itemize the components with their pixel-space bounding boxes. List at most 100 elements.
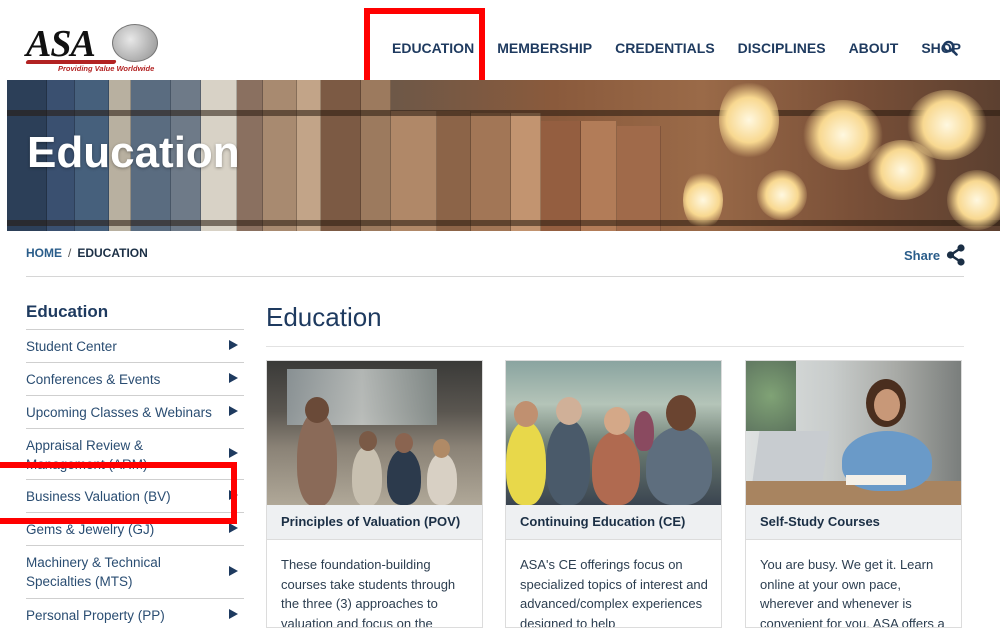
caret-right-icon [229, 609, 238, 619]
nav-credentials[interactable]: CREDENTIALS [615, 40, 715, 56]
card-description: ASA's CE offerings focus on specialized … [520, 557, 708, 628]
breadcrumb-current: EDUCATION [77, 246, 148, 260]
nav-about[interactable]: ABOUT [849, 40, 899, 56]
card-title[interactable]: Principles of Valuation (POV) [267, 505, 482, 540]
sidebar-item-label: Appraisal Review & Management (ARM) [26, 438, 148, 472]
sidebar-menu: Student Center Conferences & Events Upco… [26, 329, 244, 628]
caret-right-icon [229, 448, 238, 458]
hero-book [471, 113, 511, 231]
sidebar-item-label: Machinery & Technical Specialties (MTS) [26, 555, 161, 589]
hero-book [437, 111, 471, 231]
card-image-student-studying [746, 361, 961, 505]
sidebar-item-appraisal-review[interactable]: Appraisal Review & Management (ARM) [26, 428, 244, 479]
card-image-person [352, 446, 382, 505]
caret-right-icon [229, 340, 238, 350]
main-nav: EDUCATION MEMBERSHIP CREDENTIALS DISCIPL… [380, 36, 984, 60]
card-image-person [646, 427, 712, 505]
card-image-person [297, 411, 337, 505]
card-description: You are busy. We get it. Learn online at… [760, 557, 945, 628]
card-image-notebook [846, 475, 906, 485]
asa-logo[interactable]: ASA Providing Value Worldwide [25, 22, 161, 76]
card-image-person [634, 411, 654, 451]
hero-book [541, 121, 581, 231]
caret-right-icon [229, 523, 238, 533]
main-title: Education [266, 302, 382, 332]
share-button[interactable]: Share [904, 244, 966, 266]
card-image-person [546, 419, 590, 505]
hero-light-bulb [907, 90, 987, 160]
sidebar-item-student-center[interactable]: Student Center [26, 329, 244, 362]
card-image-person [514, 401, 538, 427]
card-self-study-courses[interactable]: Self-Study Courses You are busy. We get … [745, 360, 962, 628]
hero-light-bulb [683, 170, 723, 230]
share-icon [947, 244, 965, 266]
hero-book [297, 80, 321, 231]
hero-light-bulb [719, 80, 779, 160]
card-image-person [427, 453, 457, 505]
nav-disciplines[interactable]: DISCIPLINES [738, 40, 826, 56]
hero-book [391, 111, 437, 231]
card-image-person [359, 431, 377, 451]
nav-membership[interactable]: MEMBERSHIP [497, 40, 592, 56]
sidebar-item-upcoming-classes[interactable]: Upcoming Classes & Webinars [26, 395, 244, 428]
breadcrumb-divider [26, 276, 964, 277]
hero-book [237, 80, 263, 231]
sidebar-title: Education [26, 302, 109, 321]
card-description: These foundation-building courses take s… [281, 557, 456, 628]
card-image-plant [746, 361, 796, 431]
sidebar-item-label: Student Center [26, 339, 117, 354]
sidebar-item-conferences-events[interactable]: Conferences & Events [26, 362, 244, 395]
card-continuing-education[interactable]: Continuing Education (CE) ASA's CE offer… [505, 360, 722, 628]
sidebar-item-personal-property[interactable]: Personal Property (PP) [26, 598, 244, 628]
caret-right-icon [229, 406, 238, 416]
logo-tagline: Providing Value Worldwide [58, 64, 155, 73]
hero-shelf [7, 220, 1000, 226]
breadcrumb-home-link[interactable]: HOME [26, 246, 62, 260]
card-image-person [604, 407, 630, 435]
breadcrumb-separator: / [68, 246, 72, 260]
hero-book [321, 80, 361, 231]
card-image-person [506, 421, 546, 505]
nav-education[interactable]: EDUCATION [392, 40, 474, 56]
caret-right-icon [229, 566, 238, 576]
hero-light-bulb [757, 170, 807, 220]
card-image-classroom [267, 361, 482, 505]
card-title[interactable]: Continuing Education (CE) [506, 505, 721, 540]
card-image-person [592, 431, 640, 505]
main-divider [266, 346, 964, 347]
hero-book [511, 113, 541, 231]
caret-right-icon [229, 373, 238, 383]
sidebar-item-label: Business Valuation (BV) [26, 489, 171, 504]
hero-light-bulb [947, 170, 1000, 230]
card-image-person [395, 433, 413, 453]
site-header: ASA Providing Value Worldwide EDUCATION … [0, 0, 1000, 80]
sidebar-item-label: Gems & Jewelry (GJ) [26, 522, 155, 537]
sidebar-item-label: Personal Property (PP) [26, 608, 165, 623]
card-image-person [874, 389, 900, 421]
sidebar-item-label: Conferences & Events [26, 372, 161, 387]
hero-book [361, 80, 391, 231]
caret-right-icon [229, 490, 238, 500]
share-label: Share [904, 247, 941, 263]
card-image-person [433, 439, 450, 458]
sidebar-item-business-valuation[interactable]: Business Valuation (BV) [26, 479, 244, 512]
card-image-person [305, 397, 329, 423]
hero-title: Education [27, 128, 240, 177]
search-icon[interactable] [942, 40, 958, 56]
hero-book [263, 80, 297, 231]
card-image-audience [506, 361, 721, 505]
card-image-person [556, 397, 582, 425]
hero-book [581, 121, 617, 231]
sidebar-item-label: Upcoming Classes & Webinars [26, 405, 212, 420]
card-image-person [666, 395, 696, 431]
globe-icon [112, 24, 158, 62]
breadcrumb: HOME / EDUCATION [26, 246, 148, 260]
card-principles-of-valuation[interactable]: Principles of Valuation (POV) These foun… [266, 360, 483, 628]
sidebar-item-gems-jewelry[interactable]: Gems & Jewelry (GJ) [26, 512, 244, 545]
card-image-laptop [752, 431, 830, 481]
card-image-person [387, 449, 421, 505]
sidebar-item-machinery-technical[interactable]: Machinery & Technical Specialties (MTS) [26, 545, 244, 598]
hero-book [617, 126, 661, 231]
hero-banner: Education [7, 80, 1000, 231]
card-title[interactable]: Self-Study Courses [746, 505, 961, 540]
